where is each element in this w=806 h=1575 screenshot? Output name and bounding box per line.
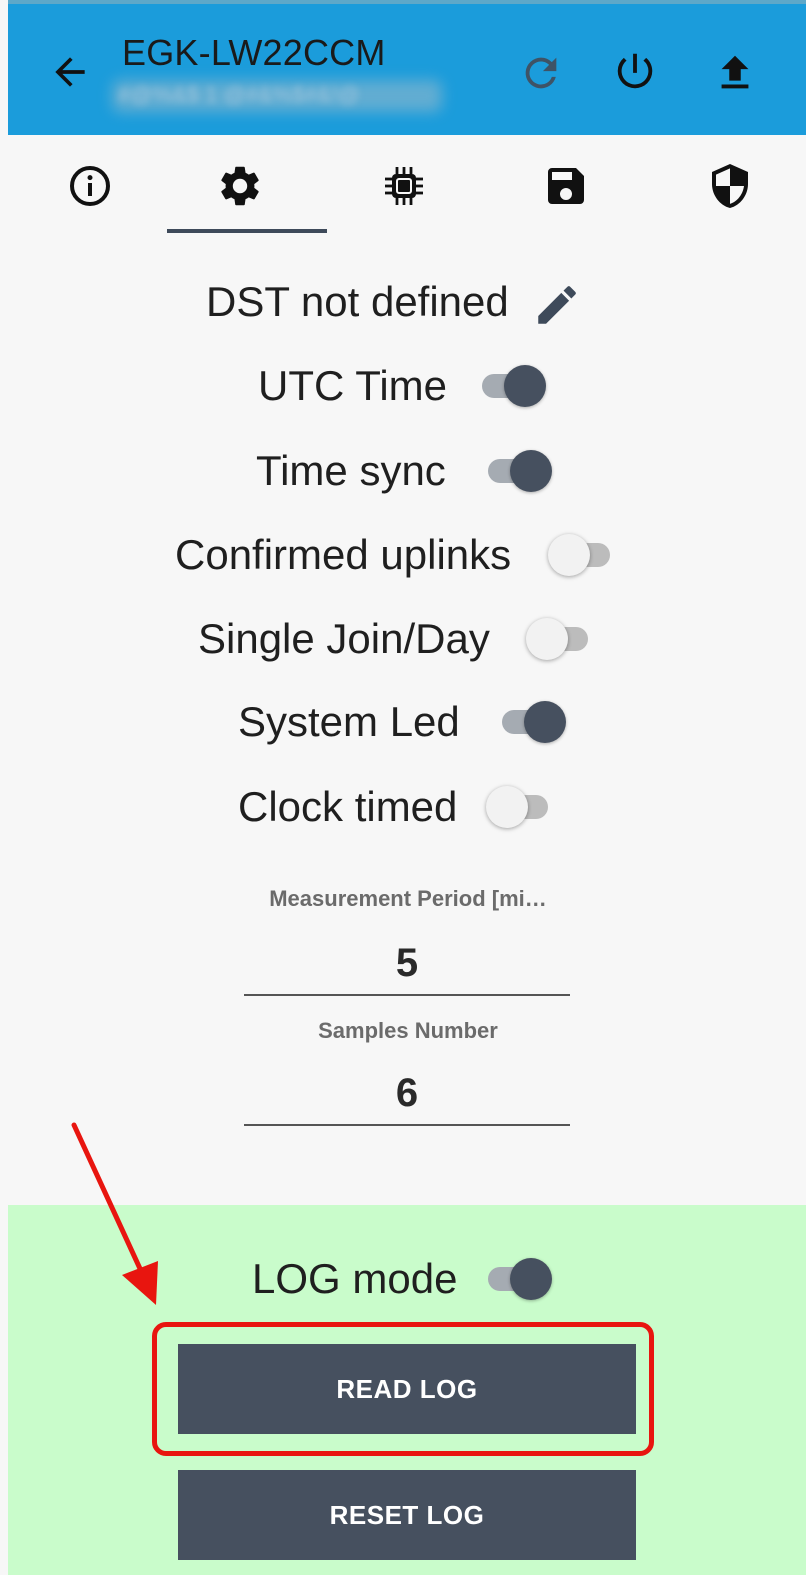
reset-log-button[interactable]: RESET LOG: [178, 1470, 636, 1560]
system-led-label: System Led: [238, 698, 460, 745]
info-icon: [70, 166, 110, 206]
dst-row[interactable]: DST not defined: [0, 278, 806, 338]
single-join-row: Single Join/Day: [0, 615, 806, 675]
system-led-row: System Led: [0, 698, 806, 758]
confirmed-uplinks-label: Confirmed uplinks: [175, 531, 512, 578]
gear-icon: [221, 166, 259, 206]
time-sync-label: Time sync: [256, 447, 446, 494]
upload-button[interactable]: [712, 50, 758, 96]
utc-time-row: UTC Time: [0, 362, 806, 422]
annotation-highlight-box: [152, 1322, 654, 1456]
clock-timed-row: Clock timed: [0, 783, 806, 843]
refresh-icon: [525, 57, 557, 89]
time-sync-row: Time sync: [0, 447, 806, 507]
tab-info[interactable]: [66, 162, 116, 210]
pencil-icon[interactable]: [532, 280, 582, 330]
samples-number-input[interactable]: 6: [244, 1071, 570, 1116]
refresh-button[interactable]: [518, 50, 564, 96]
shield-icon: [712, 164, 748, 208]
annotation-arrow-icon: [71, 1122, 158, 1305]
clock-timed-label: Clock timed: [238, 783, 458, 830]
utc-time-label: UTC Time: [258, 362, 447, 409]
upload-icon: [721, 55, 749, 89]
measurement-period-label: Measurement Period [mi…: [269, 886, 547, 911]
measurement-period-underline: [244, 994, 570, 996]
dst-label: DST not defined: [206, 278, 509, 325]
utc-time-toggle[interactable]: [480, 362, 548, 408]
tab-settings[interactable]: [216, 162, 266, 210]
tab-hardware[interactable]: [380, 162, 430, 210]
system-led-toggle[interactable]: [500, 698, 568, 744]
single-join-toggle[interactable]: [526, 615, 596, 661]
time-sync-toggle[interactable]: [486, 447, 554, 493]
device-title: EGK-LW22CCM: [122, 32, 386, 73]
power-icon: [617, 53, 653, 89]
selected-tab-indicator: [167, 229, 327, 233]
device-subtitle-blurred: #@%&$ 1 @#&%$#&!@: [118, 82, 360, 107]
measurement-period-input[interactable]: 5: [244, 941, 570, 986]
single-join-label: Single Join/Day: [198, 615, 490, 662]
arrow-back-icon: [55, 57, 85, 87]
tab-save[interactable]: [542, 162, 592, 210]
samples-number-label: Samples Number: [318, 1018, 498, 1043]
log-mode-toggle[interactable]: [486, 1255, 554, 1301]
back-button[interactable]: [48, 50, 92, 94]
save-icon: [548, 168, 584, 204]
power-button[interactable]: [612, 48, 658, 94]
status-strip: [8, 0, 806, 4]
confirmed-uplinks-row: Confirmed uplinks: [0, 531, 806, 591]
chip-icon: [385, 167, 423, 205]
samples-number-underline: [244, 1124, 570, 1126]
clock-timed-toggle[interactable]: [486, 783, 556, 829]
confirmed-uplinks-toggle[interactable]: [548, 531, 618, 577]
log-mode-label: LOG mode: [252, 1255, 458, 1302]
tab-security[interactable]: [706, 162, 756, 210]
